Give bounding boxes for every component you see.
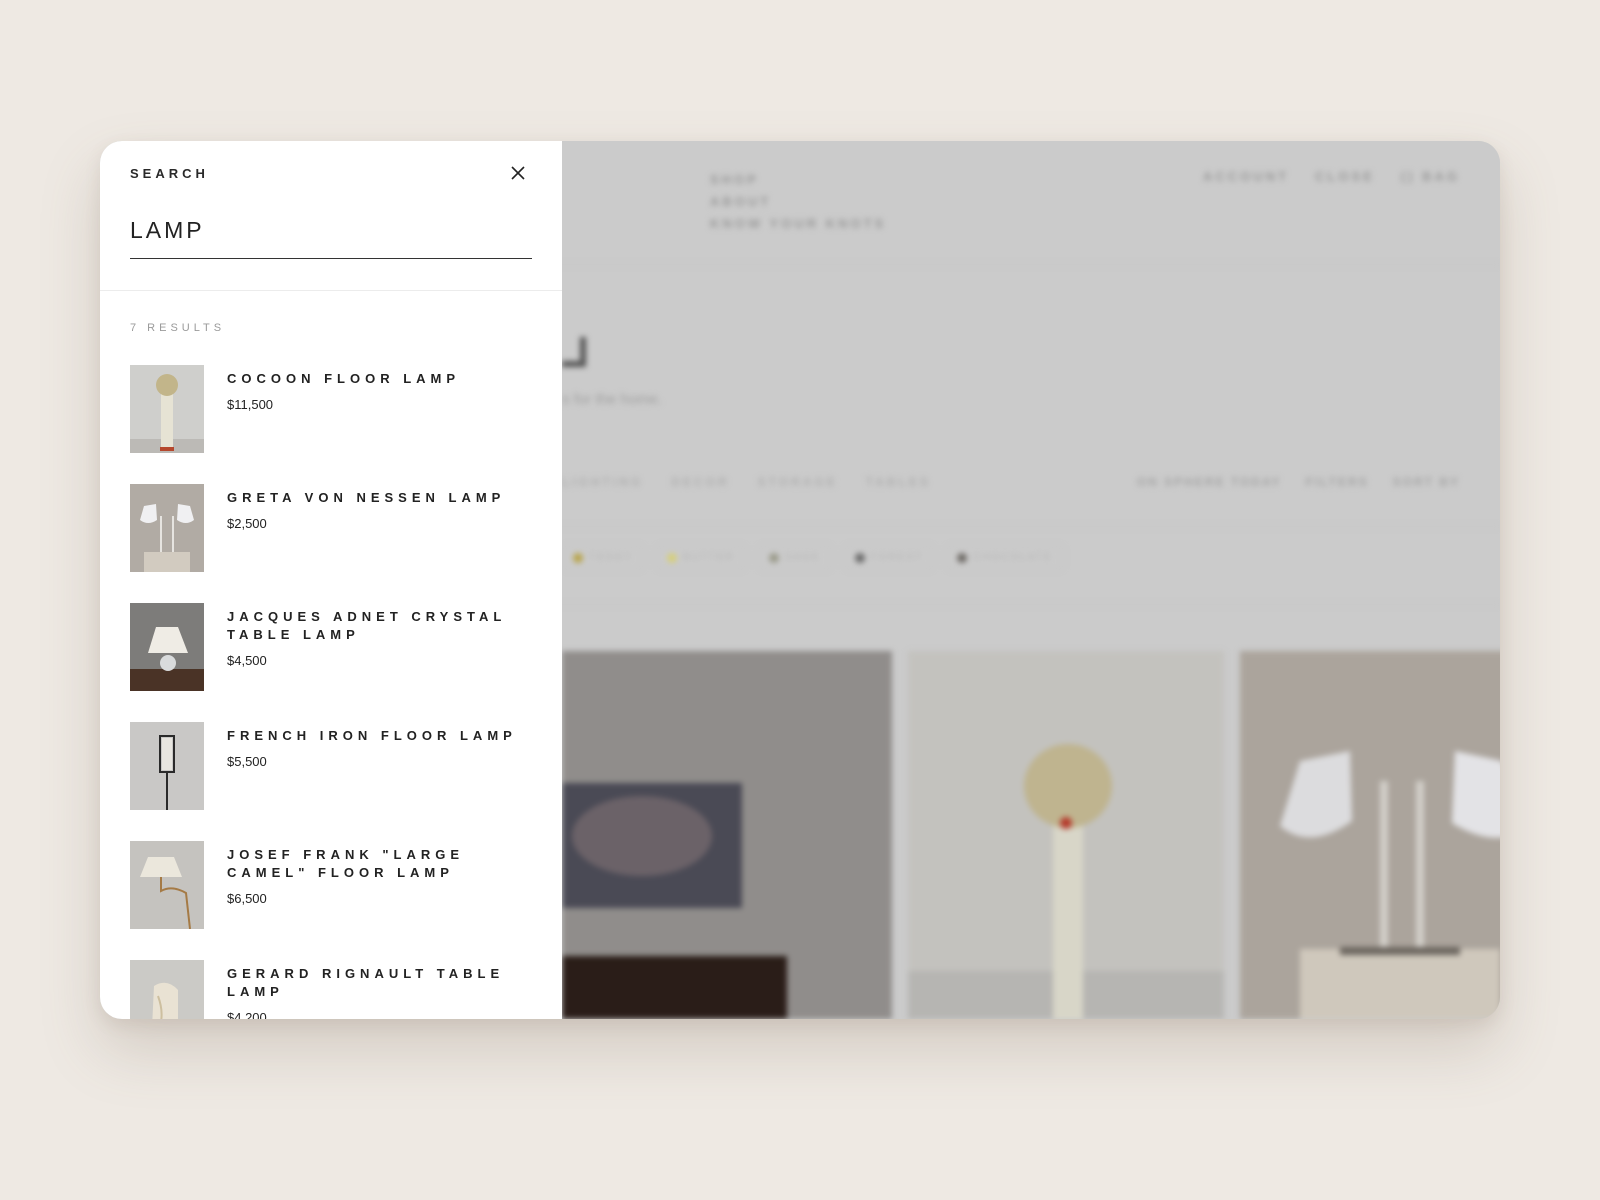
result-name: GERARD RIGNAULT TABLE LAMP — [227, 966, 505, 999]
result-price: $4,500 — [227, 653, 267, 668]
product-tile-image — [908, 651, 1224, 1019]
result-price: $2,500 — [227, 516, 267, 531]
swatch-icon — [768, 552, 779, 563]
browser-window: SHOP ABOUT KNOW YOUR KNOTS ACCOUNT CLOSE… — [100, 141, 1500, 1019]
account-link: ACCOUNT — [1203, 169, 1290, 184]
category-tab: STORAGE — [757, 475, 838, 489]
result-name: JACQUES ADNET CRYSTAL TABLE LAMP — [227, 609, 507, 642]
category-tab: DECOR — [671, 475, 730, 489]
search-panel-title: SEARCH — [130, 166, 209, 181]
search-input[interactable] — [130, 213, 532, 259]
result-name: FRENCH IRON FLOOR LAMP — [227, 728, 517, 743]
swatch-icon — [666, 552, 677, 563]
results-count: 7 RESULTS — [130, 322, 226, 334]
search-results-list: COCOON FLOOR LAMP $11,500 GRETA VON NESS… — [130, 365, 540, 1019]
search-result-item[interactable]: FRENCH IRON FLOOR LAMP $5,500 — [130, 722, 540, 841]
color-chip: TEDDY — [562, 545, 644, 570]
swatch-icon — [957, 552, 968, 563]
search-panel: SEARCH 7 RESULTS — [100, 141, 562, 1019]
bag-link: () BAG — [1400, 169, 1460, 184]
background-nav: SHOP ABOUT KNOW YOUR KNOTS — [710, 169, 886, 235]
search-result-item[interactable]: GRETA VON NESSEN LAMP $2,500 — [130, 484, 540, 603]
nav-shop: SHOP — [710, 172, 759, 187]
color-chip: BUTTER — [655, 545, 746, 570]
background-categories: LIGHTING DECOR STORAGE TABLES — [562, 475, 931, 489]
color-chip: SAGE — [757, 545, 832, 570]
background-controls: ON SPHERE TODAY FILTERS SORT BY — [1137, 475, 1460, 489]
sort-button: SORT BY — [1392, 475, 1460, 489]
product-thumbnail — [130, 365, 204, 453]
nav-about: ABOUT — [710, 194, 772, 209]
search-result-item[interactable]: GERARD RIGNAULT TABLE LAMP $4,200 — [130, 960, 540, 1019]
product-tile-image — [1240, 651, 1500, 1019]
background-heading — [562, 337, 586, 367]
swatch-icon — [854, 552, 865, 563]
result-price: $4,200 — [227, 1010, 267, 1019]
filters-button: FILTERS — [1305, 475, 1369, 489]
close-link: CLOSE — [1315, 169, 1375, 184]
result-name: GRETA VON NESSEN LAMP — [227, 490, 506, 505]
color-chip: FOREST — [843, 545, 935, 570]
product-thumbnail — [130, 960, 204, 1019]
product-thumbnail — [130, 722, 204, 810]
swatch-icon — [573, 552, 583, 563]
nav-know-your-knots: KNOW YOUR KNOTS — [710, 216, 887, 231]
product-thumbnail — [130, 484, 204, 572]
background-account-links: ACCOUNT CLOSE () BAG — [1203, 169, 1460, 184]
result-name: COCOON FLOOR LAMP — [227, 371, 461, 386]
category-tab: TABLES — [865, 475, 931, 489]
close-icon[interactable] — [508, 163, 528, 183]
category-tab: LIGHTING — [562, 475, 644, 489]
search-result-item[interactable]: JACQUES ADNET CRYSTAL TABLE LAMP $4,500 — [130, 603, 540, 722]
result-price: $11,500 — [227, 397, 274, 412]
result-price: $6,500 — [227, 891, 267, 906]
product-tile-image — [562, 651, 892, 1019]
background-color-chips: TEDDY BUTTER SAGE FOREST CHOCOLATE — [562, 545, 1064, 570]
search-result-item[interactable]: JOSEF FRANK "LARGE CAMEL" FLOOR LAMP $6,… — [130, 841, 540, 960]
search-result-item[interactable]: COCOON FLOOR LAMP $11,500 — [130, 365, 540, 484]
product-thumbnail — [130, 603, 204, 691]
result-price: $5,500 — [227, 754, 267, 769]
product-thumbnail — [130, 841, 204, 929]
panel-divider — [100, 290, 562, 291]
instock-toggle: ON SPHERE TODAY — [1136, 475, 1282, 489]
background-subtitle: s for the home. — [562, 391, 663, 408]
color-chip: CHOCOLATE — [946, 545, 1064, 570]
result-name: JOSEF FRANK "LARGE CAMEL" FLOOR LAMP — [227, 847, 465, 880]
